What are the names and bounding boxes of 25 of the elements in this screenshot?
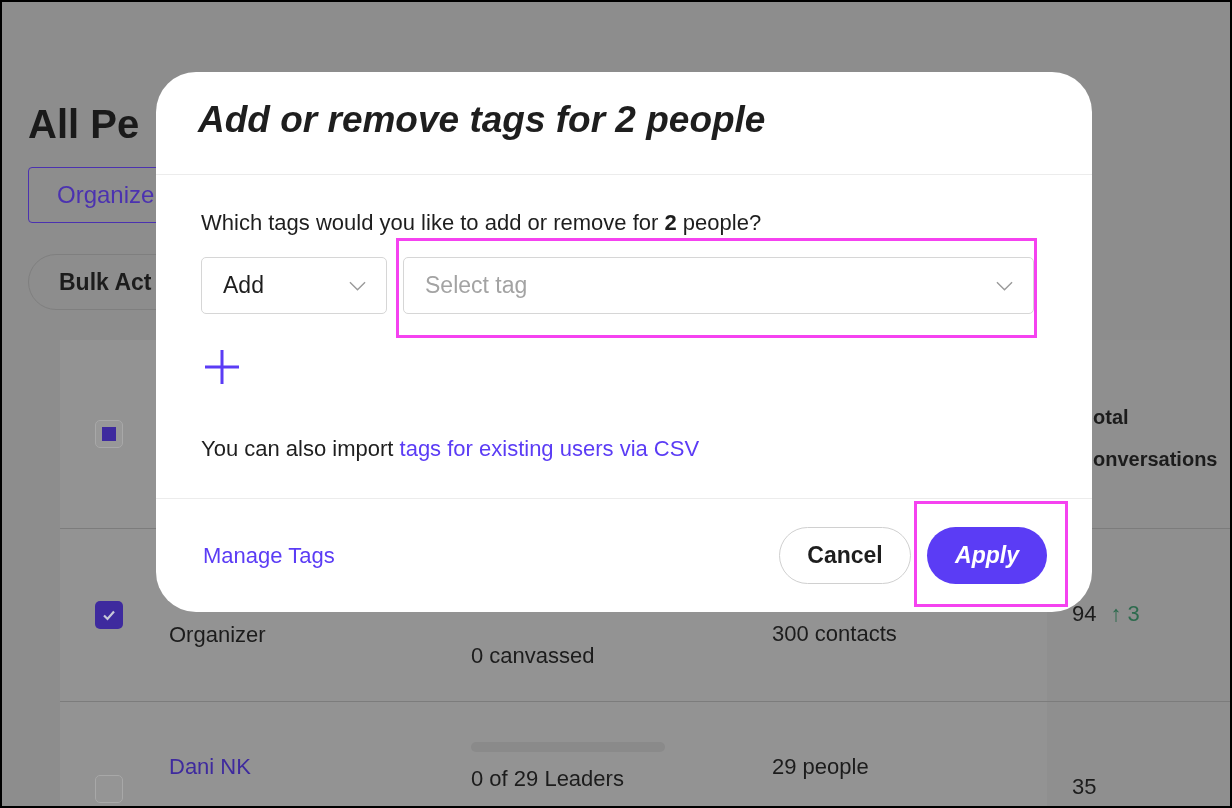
cell-text: 0 canvassed (471, 641, 595, 670)
prompt-text: Which tags would you like to add or remove for 2 people? (201, 209, 762, 237)
csv-import-link[interactable]: tags for existing users via CSV (399, 436, 700, 461)
action-select[interactable]: Add (201, 257, 387, 314)
change-text: ↑ 3 (1110, 600, 1140, 628)
import-text: You can also import tags for existing users via CSV (201, 435, 700, 463)
column-header: onversations (1093, 447, 1219, 472)
chevron-down-icon (996, 280, 1013, 291)
page-title: All Pe (28, 102, 140, 146)
plus-icon[interactable] (204, 349, 240, 385)
chevron-down-icon (349, 280, 366, 291)
checkbox[interactable] (94, 420, 123, 448)
cell-text: 29 people (772, 753, 869, 781)
cell-text: 35 (1072, 773, 1097, 801)
role-text: Organizer (169, 621, 266, 649)
column-header: otal (1093, 405, 1130, 430)
checkbox[interactable] (94, 601, 123, 629)
manage-tags-link[interactable]: Manage Tags (203, 539, 335, 572)
person-link[interactable]: Dani NK (169, 748, 251, 786)
apply-button[interactable]: Apply (927, 527, 1047, 584)
cell-text: 0 of 29 Leaders (471, 765, 624, 793)
cancel-button[interactable]: Cancel (779, 527, 911, 584)
dialog-title: Add or remove tags for 2 people (198, 98, 766, 143)
cell-text: 300 contacts (772, 619, 897, 648)
cell-text: 94 (1072, 600, 1097, 628)
